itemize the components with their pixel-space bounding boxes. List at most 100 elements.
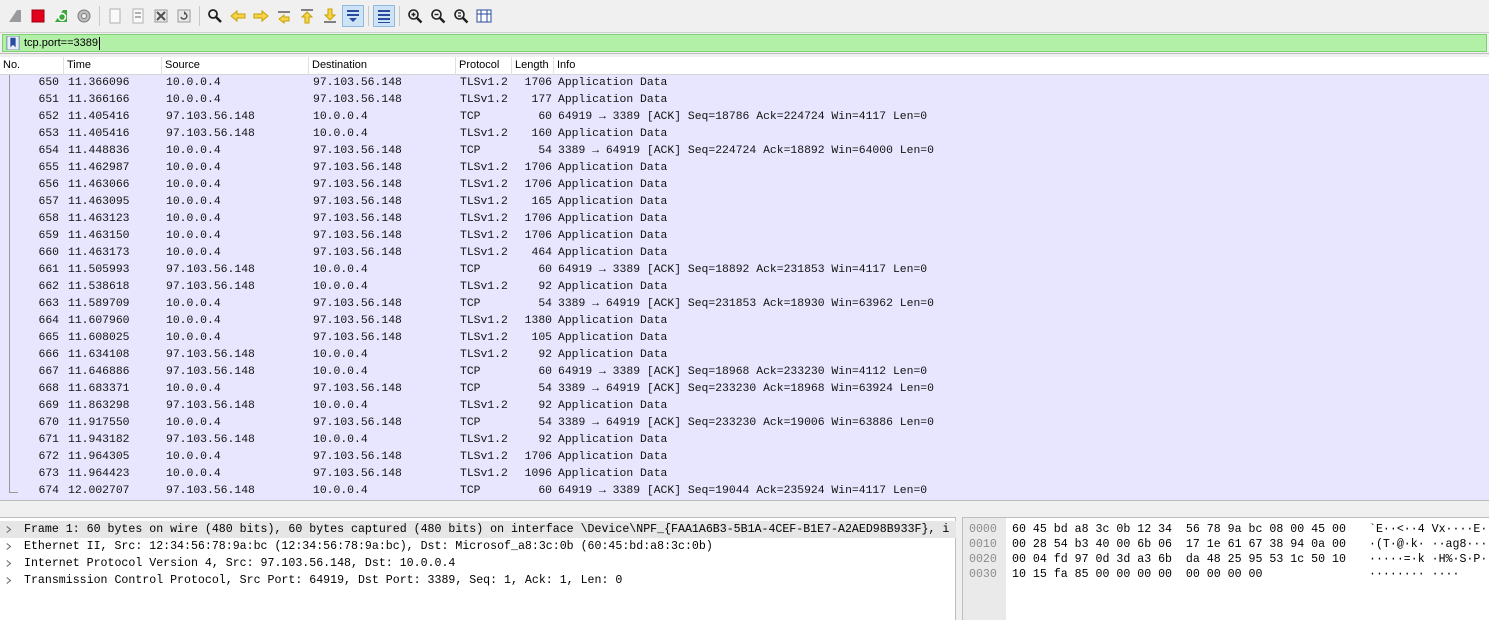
packet-row[interactable]: 671 11.943182 97.103.56.148 10.0.0.4 TLSv1.2… bbox=[0, 432, 1489, 449]
packet-info-cell: Application Data bbox=[558, 77, 668, 89]
packet-row[interactable]: 669 11.863298 97.103.56.148 10.0.0.4 TLSv1.2… bbox=[0, 398, 1489, 415]
packet-row[interactable]: 660 11.463173 10.0.0.4 97.103.56.148 TLSv1.2… bbox=[0, 245, 1489, 262]
column-header-info[interactable]: Info bbox=[554, 57, 1489, 75]
packet-time-cell: 11.538618 bbox=[68, 281, 130, 293]
start-capture-button[interactable] bbox=[4, 5, 26, 27]
expand-chevron-icon[interactable] bbox=[6, 555, 16, 572]
packet-row[interactable]: 651 11.366166 10.0.0.4 97.103.56.148 TLSv1.2… bbox=[0, 92, 1489, 109]
go-last-packet-icon bbox=[323, 8, 337, 23]
packet-row[interactable]: 672 11.964305 10.0.0.4 97.103.56.148 TLSv1.2… bbox=[0, 449, 1489, 466]
packet-row[interactable]: 650 11.366096 10.0.0.4 97.103.56.148 TLSv1.2… bbox=[0, 75, 1489, 92]
packet-row[interactable]: 670 11.917550 10.0.0.4 97.103.56.148 TCP 54 33… bbox=[0, 415, 1489, 432]
packet-length-cell: 1096 bbox=[524, 468, 552, 480]
go-forward-button[interactable] bbox=[250, 5, 272, 27]
expand-chevron-icon[interactable] bbox=[6, 538, 16, 555]
packet-row[interactable]: 658 11.463123 10.0.0.4 97.103.56.148 TLSv1.2… bbox=[0, 211, 1489, 228]
bookmark-icon[interactable] bbox=[5, 35, 21, 51]
packet-source-cell: 10.0.0.4 bbox=[166, 230, 221, 242]
packet-time-cell: 11.607960 bbox=[68, 315, 130, 327]
auto-scroll-button[interactable] bbox=[342, 5, 364, 27]
open-file-button[interactable] bbox=[104, 5, 126, 27]
packet-row[interactable]: 659 11.463150 10.0.0.4 97.103.56.148 TLSv1.2… bbox=[0, 228, 1489, 245]
packet-info-cell: 64919 → 3389 [ACK] Seq=18892 Ack=231853 … bbox=[558, 264, 928, 276]
go-last-packet-button[interactable] bbox=[319, 5, 341, 27]
packet-row[interactable]: 654 11.448836 10.0.0.4 97.103.56.148 TCP 54 33… bbox=[0, 143, 1489, 160]
find-packet-button[interactable] bbox=[204, 5, 226, 27]
go-back-button[interactable] bbox=[227, 5, 249, 27]
column-header-protocol[interactable]: Protocol bbox=[456, 57, 512, 75]
packet-row[interactable]: 668 11.683371 10.0.0.4 97.103.56.148 TCP 54 33… bbox=[0, 381, 1489, 398]
packet-row[interactable]: 656 11.463066 10.0.0.4 97.103.56.148 TLSv1.2… bbox=[0, 177, 1489, 194]
packet-length-cell: 92 bbox=[538, 400, 552, 412]
packet-row[interactable]: 655 11.462987 10.0.0.4 97.103.56.148 TLSv1.2… bbox=[0, 160, 1489, 177]
expand-chevron-icon[interactable] bbox=[6, 521, 16, 538]
zoom-in-button[interactable] bbox=[404, 5, 426, 27]
packet-length-cell: 60 bbox=[538, 264, 552, 276]
packet-time-cell: 11.608025 bbox=[68, 332, 130, 344]
expand-chevron-icon[interactable] bbox=[6, 572, 16, 589]
hex-dump-row[interactable]: 0010 00 28 54 b3 40 00 6b 06 17 1e 61 67 … bbox=[963, 537, 1489, 552]
column-header-length[interactable]: Length bbox=[512, 57, 554, 75]
packet-length-cell: 92 bbox=[538, 281, 552, 293]
display-filter-input[interactable]: tcp.port==3389 bbox=[2, 34, 1487, 52]
packet-source-cell: 10.0.0.4 bbox=[166, 468, 221, 480]
column-header-source[interactable]: Source bbox=[162, 57, 309, 75]
packet-time-cell: 11.683371 bbox=[68, 383, 130, 395]
packet-info-cell: Application Data bbox=[558, 162, 668, 174]
packet-protocol-cell: TLSv1.2 bbox=[460, 349, 508, 361]
packet-row[interactable]: 674 12.002707 97.103.56.148 10.0.0.4 TCP 60 64… bbox=[0, 483, 1489, 500]
hex-dump-row[interactable]: 0020 00 04 fd 97 0d 3d a3 6b da 48 25 95 … bbox=[963, 552, 1489, 567]
packet-protocol-cell: TLSv1.2 bbox=[460, 196, 508, 208]
details-tree-item[interactable]: Ethernet II, Src: 12:34:56:78:9a:bc (12:… bbox=[0, 538, 956, 555]
packet-row[interactable]: 652 11.405416 97.103.56.148 10.0.0.4 TCP 60 64… bbox=[0, 109, 1489, 126]
colorize-button[interactable] bbox=[373, 5, 395, 27]
packet-info-cell: Application Data bbox=[558, 315, 668, 327]
reload-file-icon bbox=[177, 9, 191, 23]
packet-row[interactable]: 657 11.463095 10.0.0.4 97.103.56.148 TLSv1.2… bbox=[0, 194, 1489, 211]
go-to-packet-button[interactable] bbox=[273, 5, 295, 27]
packet-row[interactable]: 667 11.646886 97.103.56.148 10.0.0.4 TCP 60 64… bbox=[0, 364, 1489, 381]
packet-row[interactable]: 673 11.964423 10.0.0.4 97.103.56.148 TLSv1.2… bbox=[0, 466, 1489, 483]
reload-file-button[interactable] bbox=[173, 5, 195, 27]
details-tree-item[interactable]: Frame 1: 60 bytes on wire (480 bits), 60… bbox=[0, 521, 956, 538]
packet-destination-cell: 97.103.56.148 bbox=[313, 383, 402, 395]
packet-info-cell: 64919 → 3389 [ACK] Seq=18968 Ack=233230 … bbox=[558, 366, 928, 378]
packet-row[interactable]: 665 11.608025 10.0.0.4 97.103.56.148 TLSv1.2… bbox=[0, 330, 1489, 347]
column-header-time[interactable]: Time bbox=[64, 57, 162, 75]
packet-protocol-cell: TLSv1.2 bbox=[460, 94, 508, 106]
details-tree-item[interactable]: Internet Protocol Version 4, Src: 97.103… bbox=[0, 555, 956, 572]
hex-dump-row[interactable]: 0000 60 45 bd a8 3c 0b 12 34 56 78 9a bc … bbox=[963, 522, 1489, 537]
packet-protocol-cell: TLSv1.2 bbox=[460, 332, 508, 344]
packet-destination-cell: 97.103.56.148 bbox=[313, 315, 402, 327]
packet-row[interactable]: 664 11.607960 10.0.0.4 97.103.56.148 TLSv1.2… bbox=[0, 313, 1489, 330]
column-header-no[interactable]: No. bbox=[0, 57, 64, 75]
resize-columns-button[interactable] bbox=[473, 5, 495, 27]
capture-options-button[interactable] bbox=[73, 5, 95, 27]
hex-dump-row[interactable]: 0030 10 15 fa 85 00 00 00 00 00 00 00 00 ·… bbox=[963, 567, 1489, 582]
zoom-out-button[interactable] bbox=[427, 5, 449, 27]
colorize-icon bbox=[378, 10, 390, 23]
go-first-packet-button[interactable] bbox=[296, 5, 318, 27]
packet-row[interactable]: 663 11.589709 10.0.0.4 97.103.56.148 TCP 54 33… bbox=[0, 296, 1489, 313]
details-tree-item[interactable]: Transmission Control Protocol, Src Port:… bbox=[0, 572, 956, 589]
packet-row[interactable]: 666 11.634108 97.103.56.148 10.0.0.4 TLSv1.2… bbox=[0, 347, 1489, 364]
packet-protocol-cell: TLSv1.2 bbox=[460, 247, 508, 259]
column-header-destination[interactable]: Destination bbox=[309, 57, 456, 75]
hex-ascii: `E··<··4 Vx····E· bbox=[1369, 523, 1488, 536]
packet-destination-cell: 97.103.56.148 bbox=[313, 94, 402, 106]
restart-capture-button[interactable] bbox=[50, 5, 72, 27]
packet-protocol-cell: TLSv1.2 bbox=[460, 281, 508, 293]
packet-destination-cell: 97.103.56.148 bbox=[313, 417, 402, 429]
close-file-button[interactable] bbox=[150, 5, 172, 27]
details-tree-label: Internet Protocol Version 4, Src: 97.103… bbox=[24, 557, 456, 570]
packet-time-cell: 11.405416 bbox=[68, 128, 130, 140]
normal-size-button[interactable] bbox=[450, 5, 472, 27]
stop-capture-button[interactable] bbox=[27, 5, 49, 27]
packet-row[interactable]: 653 11.405416 97.103.56.148 10.0.0.4 TLSv1.2… bbox=[0, 126, 1489, 143]
hex-bytes: 00 04 fd 97 0d 3d a3 6b da 48 25 95 53 1… bbox=[1012, 553, 1346, 566]
packet-info-cell: 3389 → 64919 [ACK] Seq=233230 Ack=18968 … bbox=[558, 383, 934, 395]
packet-row[interactable]: 662 11.538618 97.103.56.148 10.0.0.4 TLSv1.2… bbox=[0, 279, 1489, 296]
packet-row[interactable]: 661 11.505993 97.103.56.148 10.0.0.4 TCP 60 64… bbox=[0, 262, 1489, 279]
save-file-button[interactable] bbox=[127, 5, 149, 27]
packet-info-cell: Application Data bbox=[558, 94, 668, 106]
